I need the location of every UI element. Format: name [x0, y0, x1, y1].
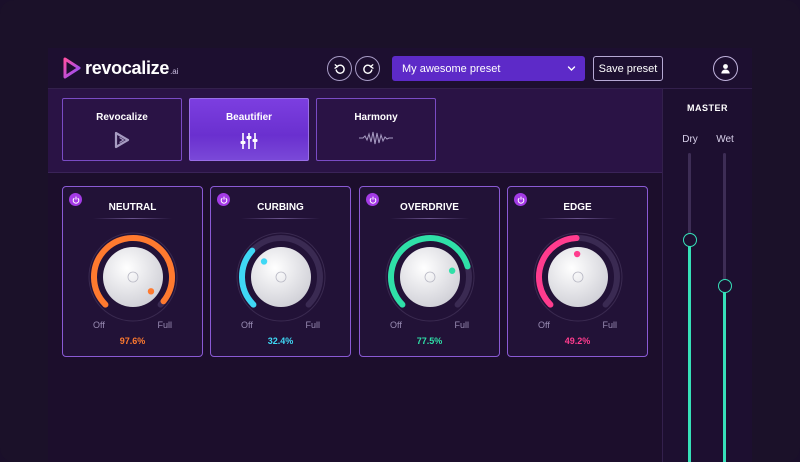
effect-card-overdrive: OVERDRIVE Off Full 77.5%	[359, 186, 500, 357]
full-label: Full	[305, 320, 320, 330]
undo-icon	[333, 63, 345, 74]
effect-title: EDGE	[563, 202, 592, 213]
effect-value: 97.6%	[119, 336, 146, 346]
save-preset-button[interactable]: Save preset	[593, 56, 663, 81]
user-icon	[721, 64, 730, 74]
tab-revocalize[interactable]: Revocalize	[62, 98, 182, 161]
user-button[interactable]	[713, 56, 738, 81]
knob-body	[251, 247, 311, 307]
effect-card-edge: EDGE Off Full 49.2%	[507, 186, 648, 357]
wet-slider-track[interactable]	[723, 153, 726, 462]
waveform-icon	[359, 131, 393, 145]
knob-indicator	[448, 267, 456, 274]
tab-label: Revocalize	[96, 112, 148, 123]
full-label: Full	[157, 320, 172, 330]
off-label: Off	[390, 320, 402, 330]
full-label: Full	[454, 320, 469, 330]
divider	[241, 218, 320, 219]
redo-button[interactable]	[355, 56, 380, 81]
knob-indicator	[147, 288, 155, 295]
effect-title: NEUTRAL	[108, 202, 157, 213]
effect-value: 77.5%	[416, 336, 443, 346]
effect-value: 32.4%	[267, 336, 294, 346]
app-window: revocalize .ai My awesome preset Save pr…	[0, 0, 800, 462]
preset-value: My awesome preset	[402, 62, 501, 75]
logo-text: revocalize	[85, 57, 170, 78]
effect-title: CURBING	[257, 202, 304, 213]
effects-area: NEUTRAL Off Full 97.6% CURBING Off Full …	[48, 173, 662, 462]
divider	[538, 218, 617, 219]
effect-value: 49.2%	[564, 336, 591, 346]
off-label: Off	[93, 320, 105, 330]
logo-suffix: .ai	[170, 67, 179, 76]
dry-slider-fill	[688, 239, 691, 462]
master-title: MASTER	[687, 103, 728, 113]
tab-beautifier[interactable]: Beautifier	[189, 98, 309, 161]
tab-label: Harmony	[354, 112, 398, 123]
tab-harmony[interactable]: Harmony	[316, 98, 436, 161]
undo-button[interactable]	[327, 56, 352, 81]
off-label: Off	[538, 320, 550, 330]
plugin-panel: revocalize .ai My awesome preset Save pr…	[48, 48, 752, 462]
full-label: Full	[602, 320, 617, 330]
effect-card-curbing: CURBING Off Full 32.4%	[210, 186, 351, 357]
off-label: Off	[241, 320, 253, 330]
divider	[93, 218, 172, 219]
knob[interactable]	[380, 227, 480, 327]
preset-select[interactable]: My awesome preset	[392, 56, 585, 81]
tab-label: Beautifier	[225, 112, 273, 123]
sliders-icon	[240, 133, 258, 149]
play-logo-icon	[63, 57, 81, 79]
master-panel: MASTER Dry Wet	[662, 89, 752, 462]
dry-slider-thumb[interactable]	[683, 232, 697, 247]
knob-indicator	[573, 250, 581, 258]
effect-card-neutral: NEUTRAL Off Full 97.6%	[62, 186, 203, 357]
divider	[390, 218, 469, 219]
wet-slider-fill	[723, 285, 726, 462]
top-bar: revocalize .ai My awesome preset Save pr…	[48, 48, 752, 89]
logo: revocalize .ai	[62, 57, 179, 79]
effect-title: OVERDRIVE	[400, 202, 459, 213]
wet-slider-thumb[interactable]	[718, 278, 732, 293]
knob[interactable]	[83, 227, 183, 327]
dry-slider-track[interactable]	[688, 153, 691, 462]
knob[interactable]	[528, 227, 628, 327]
dry-label: Dry	[682, 134, 698, 145]
chevron-down-icon	[567, 66, 576, 71]
tab-bar: Revocalize Beautifier Harmony	[48, 89, 662, 173]
knob-body	[103, 247, 163, 307]
knob[interactable]	[231, 227, 331, 327]
redo-icon	[362, 63, 374, 74]
knob-body	[400, 247, 460, 307]
knob-indicator	[260, 258, 268, 265]
play-logo-icon	[114, 131, 130, 149]
wet-label: Wet	[716, 134, 734, 145]
